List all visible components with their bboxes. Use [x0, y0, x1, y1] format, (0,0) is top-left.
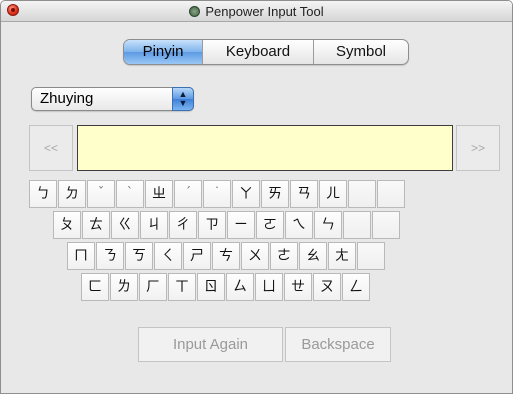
zhuyin-key[interactable]: ㄨ — [241, 242, 269, 270]
window-title-text: Penpower Input Tool — [205, 4, 324, 19]
zhuyin-key[interactable]: ˙ — [203, 180, 231, 208]
zhuyin-key[interactable]: ㄊ — [82, 211, 110, 239]
zhuyin-key[interactable]: ㄏ — [139, 273, 167, 301]
zhuyin-key[interactable]: ㄢ — [290, 180, 318, 208]
input-method-popup[interactable]: Zhuying ▲ ▼ — [31, 87, 194, 111]
blank-key[interactable] — [343, 211, 371, 239]
blank-key[interactable] — [372, 211, 400, 239]
tab-pinyin[interactable]: Pinyin — [124, 40, 202, 64]
title-bar: Penpower Input Tool — [1, 1, 512, 22]
zhuyin-key[interactable]: ㄉ — [58, 180, 86, 208]
zhuyin-key[interactable]: ㄒ — [168, 273, 196, 301]
zhuyin-key[interactable]: ㄥ — [342, 273, 370, 301]
tab-symbol[interactable]: Symbol — [313, 40, 408, 64]
zhuyin-key[interactable]: ㄈ — [81, 273, 109, 301]
blank-key[interactable] — [348, 180, 376, 208]
mode-tabs: Pinyin Keyboard Symbol — [123, 39, 409, 65]
zhuyin-key[interactable]: ㄩ — [255, 273, 283, 301]
input-method-value: Zhuying — [40, 90, 94, 107]
zhuyin-key[interactable]: ㄘ — [212, 242, 240, 270]
zhuyin-key[interactable]: ㄚ — [232, 180, 260, 208]
zhuyin-key[interactable]: ㄌ — [110, 273, 138, 301]
zhuyin-key[interactable]: ㄛ — [256, 211, 284, 239]
blank-key[interactable] — [377, 180, 405, 208]
zhuyin-key[interactable]: ㄠ — [299, 242, 327, 270]
zhuyin-key[interactable]: ㄣ — [314, 211, 342, 239]
zhuyin-key[interactable]: ㄙ — [226, 273, 254, 301]
zhuyin-key[interactable]: ㄍ — [111, 211, 139, 239]
zhuyin-key[interactable]: ㄝ — [284, 273, 312, 301]
up-down-arrows-icon: ▲ ▼ — [172, 87, 194, 111]
zhuyin-key[interactable]: ㄜ — [270, 242, 298, 270]
zhuyin-key[interactable]: ㄔ — [169, 211, 197, 239]
candidate-field[interactable] — [77, 125, 453, 171]
tab-keyboard[interactable]: Keyboard — [202, 40, 313, 64]
zhuyin-key[interactable]: ˇ — [87, 180, 115, 208]
zhuyin-key[interactable]: ㄞ — [261, 180, 289, 208]
zhuyin-key[interactable]: ㄟ — [285, 211, 313, 239]
penpower-window: Penpower Input Tool Pinyin Keyboard Symb… — [0, 0, 513, 394]
previous-candidates-button[interactable]: << — [29, 125, 73, 171]
zhuyin-key[interactable]: ㄤ — [328, 242, 356, 270]
zhuyin-key[interactable]: ㄋ — [96, 242, 124, 270]
zhuyin-key[interactable]: ㄅ — [29, 180, 57, 208]
backspace-button[interactable]: Backspace — [285, 327, 391, 362]
penpower-app-icon — [189, 6, 201, 17]
zhuyin-key[interactable]: ˋ — [116, 180, 144, 208]
zhuyin-key[interactable]: ㄡ — [313, 273, 341, 301]
zhuyin-key[interactable]: ㄑ — [154, 242, 182, 270]
zhuyin-key[interactable]: ㄆ — [53, 211, 81, 239]
input-again-button[interactable]: Input Again — [138, 327, 283, 362]
zhuyin-key[interactable]: ˊ — [174, 180, 202, 208]
blank-key[interactable] — [357, 242, 385, 270]
window-title: Penpower Input Tool — [1, 4, 512, 19]
zhuyin-key[interactable]: ㄖ — [197, 273, 225, 301]
zhuyin-key[interactable]: ㄎ — [125, 242, 153, 270]
zhuyin-key[interactable]: ㄓ — [145, 180, 173, 208]
zhuyin-key[interactable]: ㄗ — [198, 211, 226, 239]
zhuyin-key[interactable]: ㄦ — [319, 180, 347, 208]
zhuyin-key[interactable]: ㄐ — [140, 211, 168, 239]
zhuyin-key[interactable]: ㄇ — [67, 242, 95, 270]
zhuyin-key[interactable]: ㄧ — [227, 211, 255, 239]
next-candidates-button[interactable]: >> — [456, 125, 500, 171]
zhuyin-key[interactable]: ㄕ — [183, 242, 211, 270]
